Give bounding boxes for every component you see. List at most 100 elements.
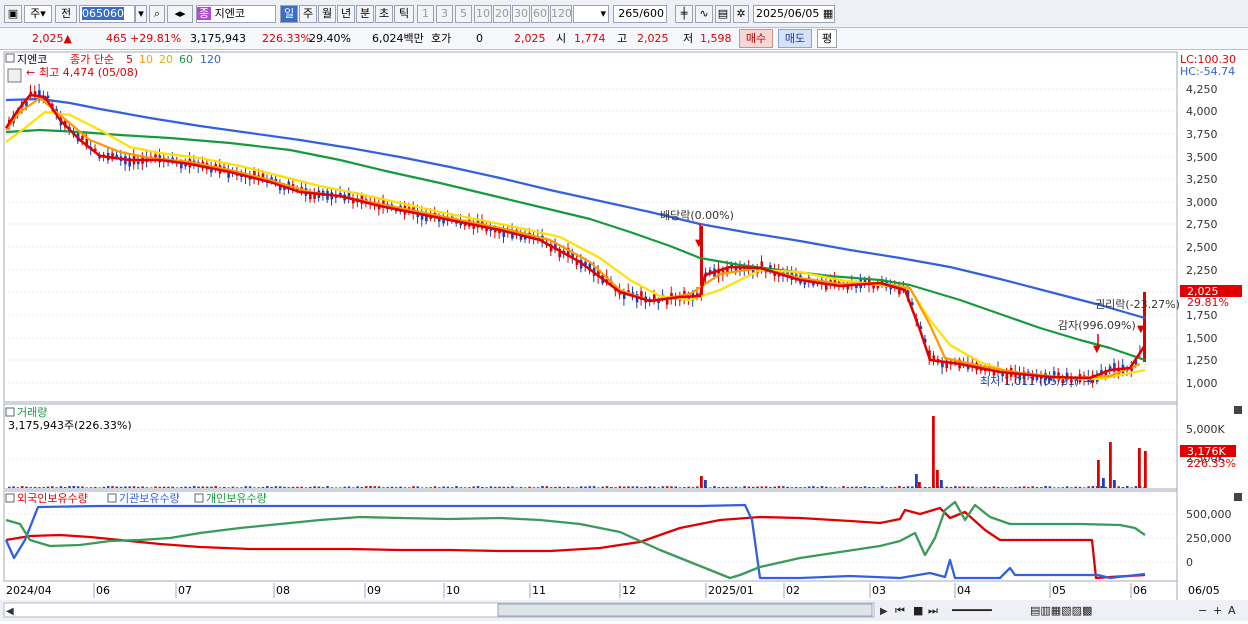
- volume-bar: [321, 487, 325, 488]
- eval-button[interactable]: 평: [817, 29, 837, 48]
- volume-bar: [240, 487, 243, 488]
- holding-pane-close-icon[interactable]: [1234, 493, 1242, 501]
- volume-bar: [1035, 487, 1039, 488]
- font-size-icon[interactable]: A: [1228, 604, 1236, 617]
- volume-bar: [1027, 486, 1030, 488]
- scroll-left-icon[interactable]: ◀: [6, 606, 14, 617]
- x-label-03: 03: [872, 584, 886, 597]
- volume-bar: [721, 487, 725, 488]
- volume-bar: [287, 487, 291, 488]
- volume-bar: [498, 486, 501, 488]
- tab-month[interactable]: 월: [318, 5, 336, 23]
- volume-bar: [180, 487, 183, 488]
- volume-bar: [567, 486, 570, 488]
- stock-chart[interactable]: 지엔코 종가 단순 5 10 20 60 120 ← 최고 4,474 (05/…: [0, 51, 1248, 621]
- count-input[interactable]: 265/600: [613, 5, 667, 23]
- volume-bar: [502, 486, 506, 488]
- tab-day[interactable]: 일: [280, 5, 298, 23]
- volume-bar: [799, 487, 802, 488]
- legend-institution-toggle-icon[interactable]: [107, 493, 117, 503]
- prev-button[interactable]: 전: [55, 5, 77, 23]
- indicator-icon[interactable]: ∿: [695, 5, 713, 23]
- up-arrow-icon: ▲: [63, 32, 72, 45]
- volume-pane-toggle-icon[interactable]: [5, 407, 15, 417]
- volume-bar: [283, 486, 286, 488]
- volume-bar: [442, 486, 445, 488]
- last-pct-tag: 29.81%: [1187, 296, 1229, 309]
- minute-60[interactable]: 60: [531, 5, 549, 23]
- pane-stock-title: 지엔코: [17, 53, 47, 66]
- zoom-in-icon[interactable]: +: [1213, 604, 1222, 617]
- y-tick-1000: 1,000: [1186, 377, 1218, 390]
- volume-bar: [825, 486, 828, 488]
- volume-bar: [665, 486, 669, 488]
- tab-year[interactable]: 년: [337, 5, 355, 23]
- minute-30[interactable]: 30: [512, 5, 530, 23]
- first-page-icon[interactable]: ⏮: [895, 604, 905, 617]
- price-change: 465: [106, 32, 127, 45]
- trade-amount: 6,024백만: [372, 32, 424, 45]
- volume-bar: [339, 487, 342, 488]
- tab-second[interactable]: 초: [375, 5, 393, 23]
- volume-bar: [369, 486, 372, 488]
- candle-type-icon[interactable]: ╪: [675, 5, 693, 23]
- window-menu-icon[interactable]: ▣: [4, 5, 22, 23]
- hoga-value: 0: [476, 32, 483, 45]
- volume-bar: [743, 486, 746, 488]
- pane-toggle-icon[interactable]: [5, 53, 15, 63]
- volume-pane-close-icon[interactable]: [1234, 406, 1242, 414]
- stock-code-input[interactable]: 065060: [79, 5, 135, 23]
- chart-area[interactable]: 지엔코 종가 단순 5 10 20 60 120 ← 최고 4,474 (05/…: [0, 51, 1248, 621]
- volume-bar: [326, 486, 329, 488]
- chart-scrollbar-thumb[interactable]: [497, 603, 873, 617]
- calendar-icon[interactable]: ▦: [823, 7, 833, 20]
- stock-code-value: 065060: [82, 7, 124, 20]
- minute-120[interactable]: 120: [550, 5, 572, 23]
- zoom-out-icon[interactable]: −: [1198, 604, 1207, 617]
- gear-icon[interactable]: ✲: [733, 5, 749, 23]
- minute-20[interactable]: 20: [493, 5, 511, 23]
- code-dropdown-icon[interactable]: ▾: [135, 5, 147, 23]
- minute-10[interactable]: 10: [474, 5, 492, 23]
- buy-button[interactable]: 매수: [739, 29, 773, 48]
- volume-bar: [171, 486, 174, 488]
- volume-bar: [842, 486, 845, 488]
- stop-icon[interactable]: ■: [913, 604, 923, 617]
- scroll-right-icon[interactable]: ▶: [880, 606, 888, 617]
- chart-settings-icon[interactable]: [7, 68, 22, 83]
- volume-toggle-icon[interactable]: ◂▸: [167, 5, 193, 23]
- volume-bar: [1048, 486, 1052, 488]
- candle-body: [137, 161, 140, 165]
- volume-bar: [618, 486, 622, 488]
- ma-legend-10: 10: [139, 53, 153, 66]
- volume-bar: [1083, 487, 1086, 488]
- volume-bar: [519, 487, 523, 488]
- period-type-select[interactable]: 주▾: [24, 5, 52, 23]
- hc-label: HC:-54.74: [1180, 65, 1235, 78]
- volume-bar: [979, 487, 983, 488]
- volume-bar: [670, 486, 673, 488]
- volume-bar: [291, 486, 295, 488]
- volume-bar: [988, 487, 991, 488]
- volume-bar: [992, 486, 996, 488]
- tab-week[interactable]: 주: [299, 5, 317, 23]
- volume-bar: [614, 487, 617, 488]
- x-label-2024-04: 2024/04: [6, 584, 52, 597]
- minute-5[interactable]: 5: [455, 5, 472, 23]
- search-icon[interactable]: ⌕: [149, 5, 165, 23]
- minute-3[interactable]: 3: [436, 5, 453, 23]
- date-input[interactable]: 2025/06/05 ▦: [753, 5, 835, 23]
- holding-pane-toggle-icon[interactable]: [5, 493, 15, 503]
- tab-minute[interactable]: 분: [356, 5, 374, 23]
- sell-button[interactable]: 매도: [778, 29, 812, 48]
- stock-name-field[interactable]: 종 지엔코: [196, 5, 276, 23]
- save-icon[interactable]: ▤: [715, 5, 731, 23]
- legend-individual-toggle-icon[interactable]: [194, 493, 204, 503]
- minute-1[interactable]: 1: [417, 5, 434, 23]
- volume-bar: [382, 487, 385, 488]
- last-page-icon[interactable]: ⏭: [928, 604, 938, 617]
- tab-tick[interactable]: 틱: [394, 5, 414, 23]
- view-options-icon[interactable]: ▤▥▦▧▨▩: [1030, 604, 1092, 617]
- zoom-slider-icon[interactable]: ━━━━━━: [951, 604, 992, 617]
- custom-interval-select[interactable]: ▾: [573, 5, 609, 23]
